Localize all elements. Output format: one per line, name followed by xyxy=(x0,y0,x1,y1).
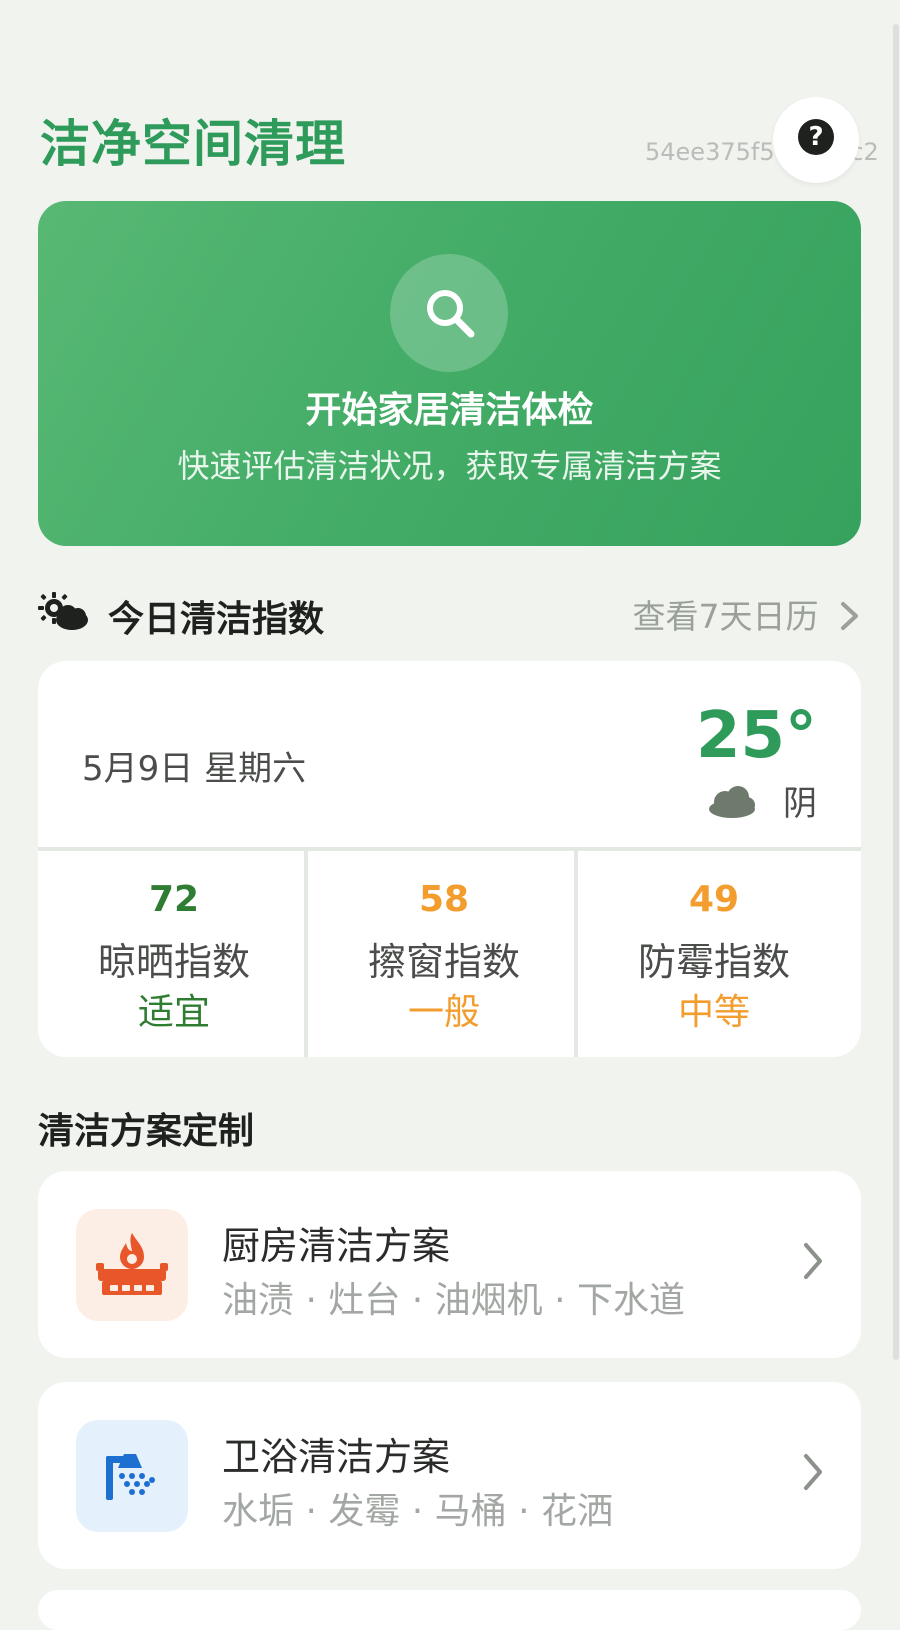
metric-level: 一般 xyxy=(407,992,480,1033)
search-icon-badge xyxy=(390,254,508,372)
chevron-right-icon xyxy=(804,1243,822,1279)
metric-name: 防霉指数 xyxy=(637,940,790,984)
home-checkup-card[interactable]: 开始家居清洁体检 快速评估清洁状况，获取专属清洁方案 xyxy=(38,201,861,546)
daily-index-card: 5月9日 星期六 25° 阴 72 晾晒指数 适宜 58 擦窗指数 一般 49 … xyxy=(38,661,861,1057)
metric-mold: 49 防霉指数 中等 xyxy=(578,851,850,1057)
plan-title: 卫浴清洁方案 xyxy=(222,1435,451,1479)
cloud-icon xyxy=(709,786,755,818)
chevron-right-icon xyxy=(841,602,858,630)
plan-icon-tile xyxy=(76,1209,188,1321)
metric-value: 49 xyxy=(688,879,740,920)
checkup-subtitle: 快速评估清洁状况，获取专属清洁方案 xyxy=(177,447,722,485)
plan-tags: 水垢 · 发霉 · 马桶 · 花洒 xyxy=(222,1491,613,1532)
date-text: 5月9日 星期六 xyxy=(82,749,307,789)
plan-tags: 油渍 · 灶台 · 油烟机 · 下水道 xyxy=(222,1280,685,1321)
search-icon xyxy=(427,290,475,338)
metric-value: 58 xyxy=(418,879,470,920)
plans-section-title: 清洁方案定制 xyxy=(38,1111,255,1152)
shower-icon xyxy=(106,1454,155,1500)
calendar-link[interactable]: 查看7天日历 xyxy=(633,590,862,638)
daily-index-header: 今日清洁指数 查看7天日历 xyxy=(38,588,862,640)
weather-text: 阴 xyxy=(783,784,817,824)
metric-level: 适宜 xyxy=(137,992,210,1033)
calendar-link-label: 查看7天日历 xyxy=(632,597,819,636)
page-title: 洁净空间清理 xyxy=(40,115,346,173)
scrollbar[interactable] xyxy=(893,24,899,1360)
temperature: 25° xyxy=(695,699,817,773)
plan-title: 厨房清洁方案 xyxy=(222,1224,451,1268)
metric-drying: 72 晾晒指数 适宜 xyxy=(38,851,310,1057)
sun-cloud-icon xyxy=(38,592,88,630)
metric-value: 72 xyxy=(148,879,200,920)
plan-item-kitchen[interactable]: 厨房清洁方案 油渍 · 灶台 · 油烟机 · 下水道 xyxy=(38,1171,861,1358)
metric-window: 58 擦窗指数 一般 xyxy=(308,851,580,1057)
stove-fire-icon xyxy=(96,1233,168,1295)
plan-item-bathroom[interactable]: 卫浴清洁方案 水垢 · 发霉 · 马桶 · 花洒 xyxy=(38,1382,861,1569)
metric-name: 擦窗指数 xyxy=(367,940,520,984)
checkup-title: 开始家居清洁体检 xyxy=(305,390,594,431)
plan-item-next[interactable] xyxy=(38,1590,861,1630)
help-button[interactable]: ? xyxy=(773,97,859,183)
chevron-right-icon xyxy=(804,1454,822,1490)
daily-index-title: 今日清洁指数 xyxy=(108,599,325,640)
plan-icon-tile xyxy=(76,1420,188,1532)
metric-name: 晾晒指数 xyxy=(97,940,250,984)
question-mark-icon: ? xyxy=(798,119,834,155)
metric-level: 中等 xyxy=(677,992,750,1033)
